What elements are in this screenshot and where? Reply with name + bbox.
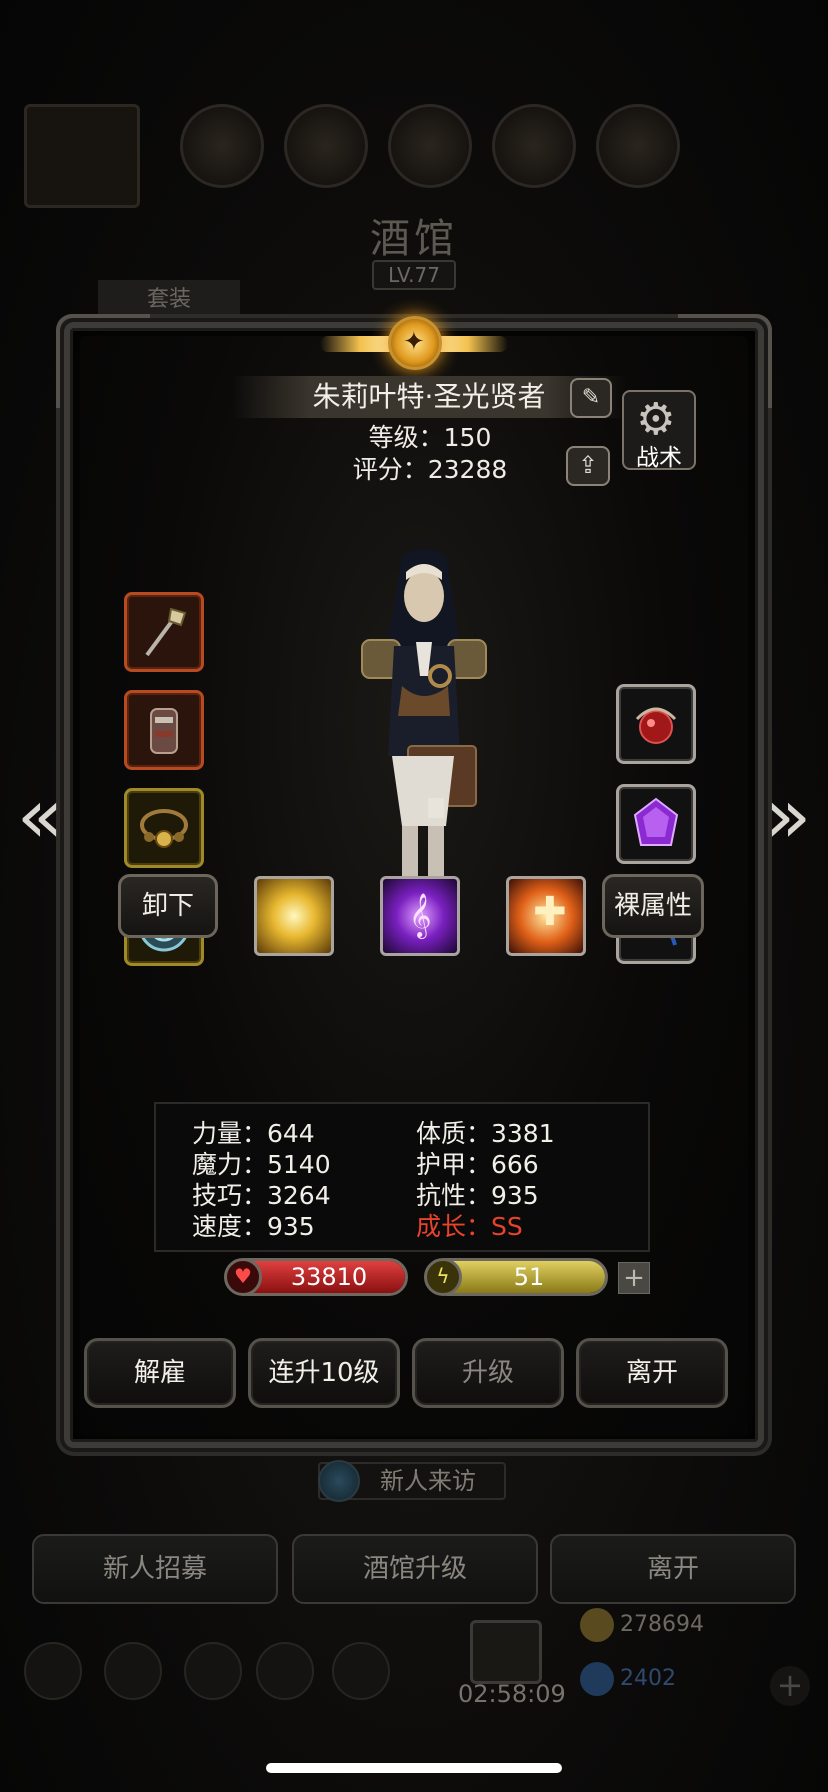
screen-title: 酒馆 xyxy=(370,216,458,262)
bottom-icon-3[interactable] xyxy=(184,1642,242,1700)
add-gems-button[interactable]: + xyxy=(770,1666,810,1706)
red-orb-icon xyxy=(635,707,677,744)
chest-icon[interactable] xyxy=(470,1620,542,1684)
top-menu-icons xyxy=(20,100,810,208)
hero-detail-popup: ✦ 朱莉叶特·圣光贤者 ✎ 等级：150 评分：23288 ⚙ 战术 ⇪ 卸下 … xyxy=(56,314,772,1448)
menu-icon-5[interactable] xyxy=(596,104,680,188)
equip-slot-necklace[interactable] xyxy=(124,788,204,868)
tavern-level-badge: LV.77 xyxy=(372,260,456,290)
bg-leave-button[interactable]: 离开 xyxy=(550,1534,796,1604)
upload-button[interactable]: ⇪ xyxy=(566,446,610,486)
stat-speed: 速度：935 xyxy=(192,1212,315,1241)
equip-slot-weapon[interactable] xyxy=(124,592,204,672)
menu-icon-3[interactable] xyxy=(388,104,472,188)
base-attributes-button[interactable]: 裸属性 xyxy=(602,874,704,938)
hero-name: 朱莉叶特·圣光贤者 xyxy=(312,380,546,413)
home-indicator xyxy=(266,1763,562,1773)
player-portrait[interactable] xyxy=(24,104,140,208)
leave-button[interactable]: 离开 xyxy=(576,1338,728,1408)
upload-icon: ⇪ xyxy=(577,451,599,479)
holy-light-skill-icon[interactable] xyxy=(254,876,334,956)
purple-rune-skill-icon[interactable]: 𝄞 xyxy=(380,876,460,956)
rank-emblem: ✦ xyxy=(316,308,512,380)
new-visitor-label: 新人来访 xyxy=(318,1460,506,1502)
chest-timer: 02:58:09 xyxy=(458,1680,566,1708)
gem-icon xyxy=(580,1662,614,1696)
next-hero-arrow-icon[interactable]: » xyxy=(758,776,818,856)
dismiss-button[interactable]: 解雇 xyxy=(84,1338,236,1408)
armor-icon xyxy=(150,708,178,754)
edit-name-button[interactable]: ✎ xyxy=(570,378,612,418)
equip-slot-artifact[interactable] xyxy=(616,684,696,764)
tavern-upgrade-button[interactable]: 酒馆升级 xyxy=(292,1534,538,1604)
bell-necklace-icon xyxy=(140,809,188,848)
recruit-button[interactable]: 新人招募 xyxy=(32,1534,278,1604)
tactics-button[interactable]: ⚙ 战术 xyxy=(622,390,696,471)
bottom-icon-2[interactable] xyxy=(104,1642,162,1700)
pencil-icon: ✎ xyxy=(581,385,601,410)
golden-cross-skill-icon[interactable]: ✚ xyxy=(506,876,586,956)
purple-gem-icon xyxy=(633,797,679,846)
menu-icon-1[interactable] xyxy=(180,104,264,188)
bottom-icon-5[interactable] xyxy=(332,1642,390,1700)
hero-level: 等级：150 xyxy=(368,423,492,452)
bottom-icon-4[interactable] xyxy=(256,1642,314,1700)
hp-value: 33810 xyxy=(290,1263,368,1291)
gem-amount: 2402 xyxy=(580,1662,676,1696)
bottom-bar: 02:58:09 278694 2402 + xyxy=(0,1600,828,1710)
gold-amount: 278694 xyxy=(580,1608,704,1642)
star-emblem-icon: ✦ xyxy=(403,327,425,357)
menu-icon-4[interactable] xyxy=(492,104,576,188)
previous-hero-arrow-icon[interactable]: « xyxy=(10,776,70,856)
hero-name-bar: 朱莉叶特·圣光贤者 xyxy=(232,376,626,418)
menu-icon-2[interactable] xyxy=(284,104,368,188)
stat-growth: 成长：SS xyxy=(416,1212,523,1241)
add-energy-button[interactable]: + xyxy=(618,1262,650,1294)
equip-slot-gem[interactable] xyxy=(616,784,696,864)
level-up-button[interactable]: 升级 xyxy=(412,1338,564,1408)
equip-slot-armor[interactable] xyxy=(124,690,204,770)
hero-score: 评分：23288 xyxy=(352,455,508,484)
gold-coin-icon xyxy=(580,1608,614,1642)
globe-icon xyxy=(318,1460,360,1502)
level-up-10-button[interactable]: 连升10级 xyxy=(248,1338,400,1408)
hero-character-art xyxy=(361,549,487,884)
unequip-button[interactable]: 卸下 xyxy=(118,874,218,938)
energy-value: 51 xyxy=(513,1263,545,1291)
bottom-icon-1[interactable] xyxy=(24,1642,82,1700)
mace-icon xyxy=(145,607,187,657)
